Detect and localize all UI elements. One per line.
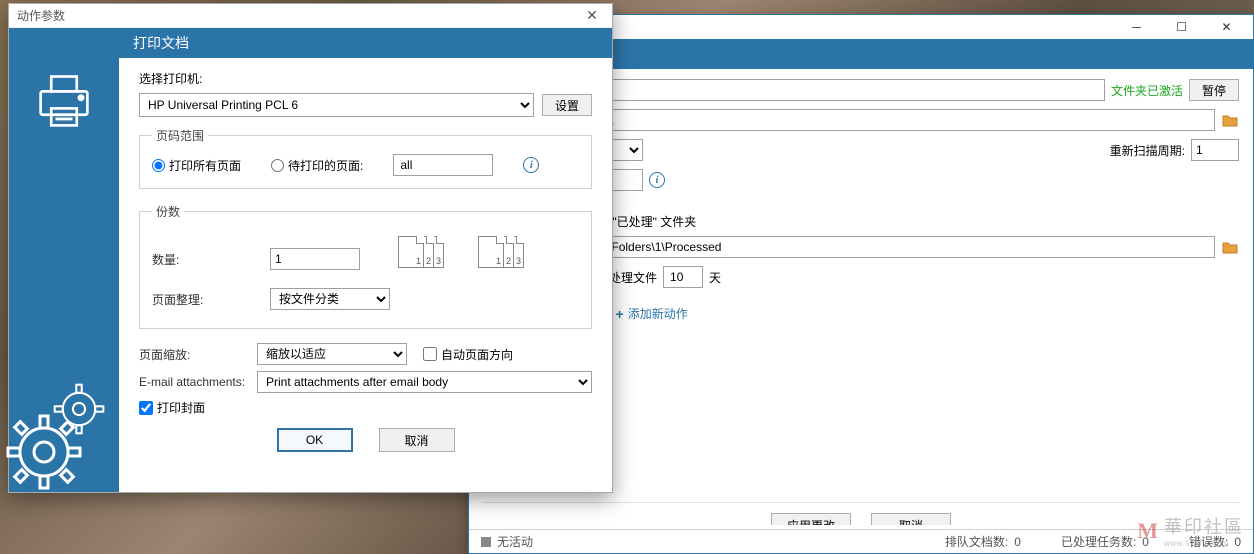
copies-legend: 份数	[152, 203, 184, 220]
status-bar: 无活动 排队文档数:0 已处理任务数:0 错误数:0	[469, 529, 1253, 553]
quantity-stepper[interactable]	[270, 248, 360, 270]
gear-icon	[4, 382, 104, 502]
print-pending-radio[interactable]: 待打印的页面:	[271, 157, 363, 174]
print-all-radio[interactable]: 打印所有页面	[152, 157, 241, 174]
close-icon[interactable]: ✕	[1204, 16, 1249, 38]
days-unit: 天	[709, 269, 721, 286]
queue-label: 排队文档数:	[945, 533, 1008, 550]
email-attach-select[interactable]: Print attachments after email body	[257, 371, 592, 393]
add-action-button[interactable]: + 添加新动作	[616, 305, 688, 322]
maximize-icon[interactable]: ☐	[1159, 16, 1204, 38]
watermark-logo: M	[1137, 518, 1158, 544]
select-printer-label: 选择打印机:	[139, 70, 592, 87]
copies-fieldset: 份数 数量: 3 2 1 3 2	[139, 203, 592, 329]
collation-label: 页面整理:	[152, 291, 262, 308]
quantity-label: 数量:	[152, 251, 262, 268]
folder-icon[interactable]	[1221, 111, 1239, 129]
pause-button[interactable]: 暂停	[1189, 79, 1239, 101]
print-cover-checkbox[interactable]	[139, 401, 153, 415]
info-icon[interactable]: i	[649, 172, 665, 188]
add-action-label: 添加新动作	[628, 305, 688, 322]
rescan-label: 重新扫描周期:	[1110, 142, 1185, 159]
auto-orient-label: 自动页面方向	[441, 346, 513, 363]
ok-button[interactable]: OK	[277, 428, 353, 452]
minimize-icon[interactable]: ─	[1114, 16, 1159, 38]
scale-select[interactable]: 缩放以适应	[257, 343, 407, 365]
dialog-titlebar: 动作参数 ✕	[9, 4, 612, 28]
print-cover-checkbox-row[interactable]: 打印封面	[139, 399, 592, 416]
collate-illustration: 3 2 1 3 2 1	[398, 236, 528, 282]
auto-orient-checkbox-row[interactable]: 自动页面方向	[423, 346, 513, 363]
dialog-title: 动作参数	[17, 7, 65, 24]
printer-select[interactable]: HP Universal Printing PCL 6	[139, 93, 534, 117]
info-icon[interactable]: i	[523, 157, 539, 173]
watermark-url: www.52cnp.com	[1164, 539, 1244, 548]
cancel-button[interactable]: 取消	[871, 513, 951, 525]
watermark-brand: 華印社區	[1164, 513, 1244, 539]
apply-button[interactable]: 应用更改	[771, 513, 851, 525]
print-pending-label: 待打印的页面:	[288, 157, 363, 174]
close-icon[interactable]: ✕	[580, 7, 604, 24]
watermark: M 華印社區 www.52cnp.com	[1137, 513, 1244, 548]
page-range-fieldset: 页码范围 打印所有页面 待打印的页面: i	[139, 127, 592, 189]
email-attach-label: E-mail attachments:	[139, 375, 249, 389]
scale-label: 页面缩放:	[139, 346, 249, 363]
delete-days-input[interactable]	[663, 266, 703, 288]
print-all-label: 打印所有页面	[169, 157, 241, 174]
printer-icon	[30, 68, 98, 139]
pages-input[interactable]	[393, 154, 493, 176]
dialog-header: 打印文档	[119, 28, 612, 58]
dialog-sidebar	[9, 28, 119, 492]
folder-icon[interactable]	[1221, 238, 1239, 256]
collation-select[interactable]: 按文件分类	[270, 288, 390, 310]
print-cover-label: 打印封面	[157, 399, 205, 416]
activated-label: 文件夹已激活	[1111, 82, 1183, 99]
processed-label: 已处理任务数:	[1061, 533, 1136, 550]
printer-settings-button[interactable]: 设置	[542, 94, 592, 116]
action-params-dialog: 动作参数 ✕	[8, 3, 613, 493]
plus-icon: +	[616, 306, 624, 322]
auto-orient-checkbox[interactable]	[423, 347, 437, 361]
status-activity: 无活动	[497, 533, 533, 550]
status-dot	[481, 537, 491, 547]
queue-value: 0	[1014, 535, 1021, 549]
cancel-button[interactable]: 取消	[379, 428, 455, 452]
rescan-period-input[interactable]	[1191, 139, 1239, 161]
page-range-legend: 页码范围	[152, 127, 208, 144]
